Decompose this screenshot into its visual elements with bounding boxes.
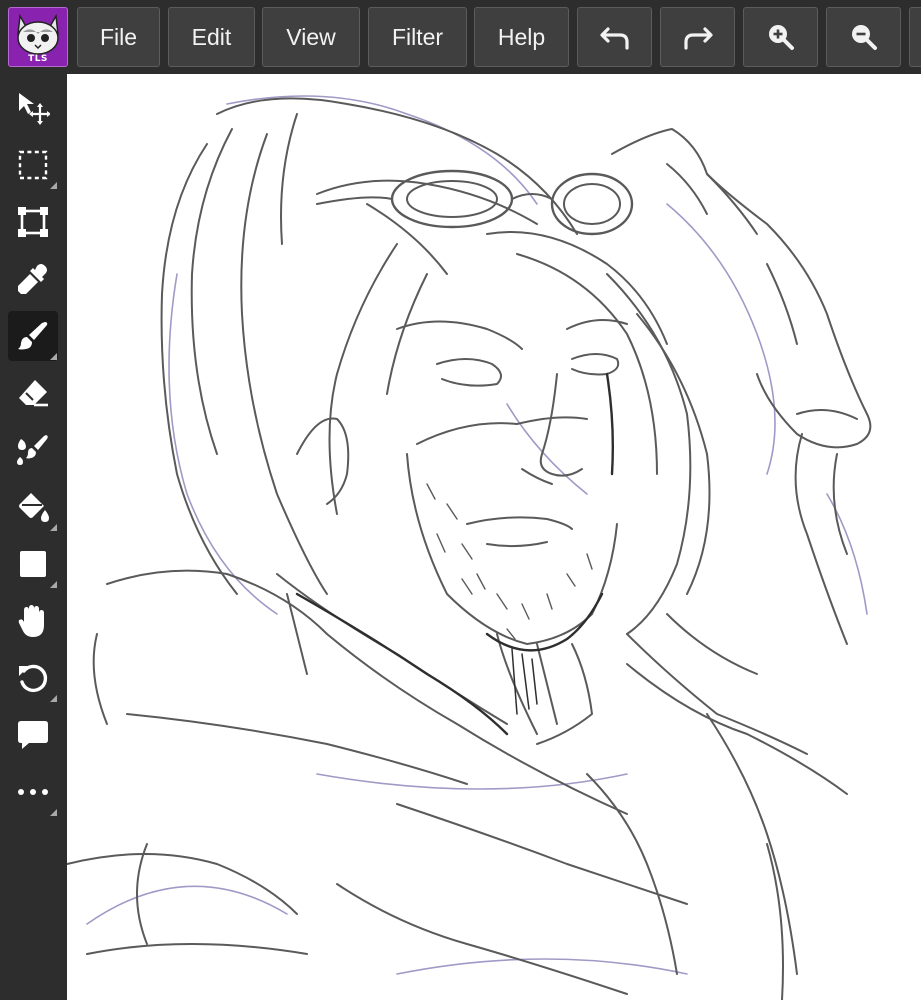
- zoom-in-button[interactable]: [743, 7, 818, 67]
- transform-tool[interactable]: [8, 197, 58, 247]
- zoom-out-icon: [851, 25, 877, 50]
- zoom-out-button[interactable]: [826, 7, 901, 67]
- smudge-brush-icon: [17, 435, 48, 465]
- submenu-indicator: [50, 695, 57, 702]
- brush-tool[interactable]: [8, 311, 58, 361]
- speech-bubble-icon: [18, 721, 48, 749]
- logo-text: TLS: [28, 54, 48, 64]
- fill-tool[interactable]: [8, 482, 58, 532]
- move-tool[interactable]: [8, 83, 58, 133]
- more-tools[interactable]: [8, 767, 58, 817]
- square-icon: [20, 551, 46, 577]
- sketch-artwork: [67, 95, 872, 1000]
- submenu-indicator: [50, 581, 57, 588]
- submenu-indicator: [50, 182, 57, 189]
- dashed-rect-icon: [18, 150, 48, 180]
- rotate-tool[interactable]: [8, 653, 58, 703]
- undo-button[interactable]: [577, 7, 652, 67]
- eyedropper-icon: [18, 264, 47, 294]
- edit-menu-button[interactable]: Edit: [168, 7, 255, 67]
- undo-icon: [599, 27, 629, 50]
- smudge-tool[interactable]: [8, 425, 58, 475]
- hand-tool[interactable]: [8, 596, 58, 646]
- drawing-canvas[interactable]: [67, 74, 921, 1000]
- rotate-icon: [19, 664, 48, 693]
- view-menu-button[interactable]: View: [262, 7, 360, 67]
- eraser-tool[interactable]: [8, 368, 58, 418]
- eyedropper-tool[interactable]: [8, 254, 58, 304]
- transform-box-icon: [18, 207, 48, 237]
- more-dots-icon: [18, 789, 48, 795]
- brush-icon: [18, 322, 48, 350]
- filter-menu-button[interactable]: Filter: [368, 7, 467, 67]
- redo-button[interactable]: [660, 7, 735, 67]
- more-actions-button[interactable]: [909, 7, 921, 67]
- submenu-indicator: [50, 524, 57, 531]
- submenu-indicator: [50, 353, 57, 360]
- hand-icon: [18, 605, 44, 637]
- text-tool[interactable]: [8, 710, 58, 760]
- app-logo[interactable]: TLS: [8, 7, 68, 67]
- select-tool[interactable]: [8, 140, 58, 190]
- zoom-in-icon: [768, 25, 794, 50]
- submenu-indicator: [50, 809, 57, 816]
- shape-tool[interactable]: [8, 539, 58, 589]
- tool-sidebar: [0, 74, 67, 1000]
- help-menu-button[interactable]: Help: [474, 7, 569, 67]
- top-menu-bar: TLS File Edit View Filter Help: [0, 0, 921, 74]
- move-arrow-icon: [19, 93, 50, 125]
- eraser-icon: [19, 380, 48, 407]
- paint-bucket-icon: [19, 493, 49, 522]
- redo-icon: [683, 27, 713, 50]
- file-menu-button[interactable]: File: [77, 7, 160, 67]
